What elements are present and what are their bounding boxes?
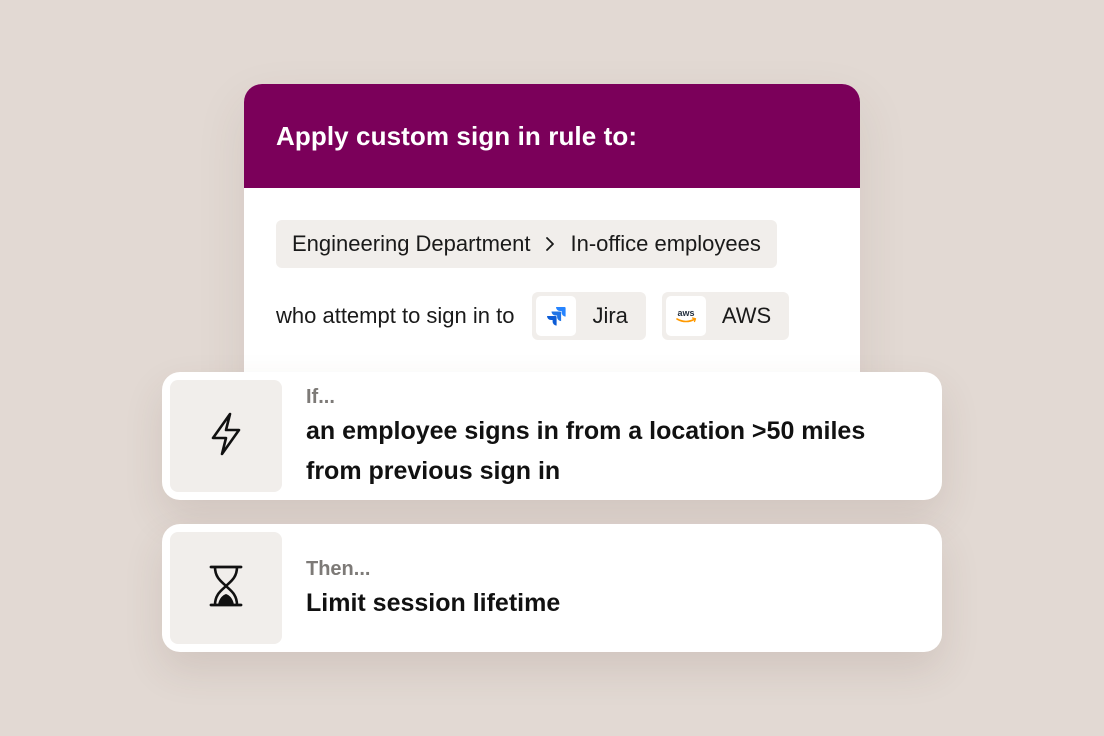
breadcrumb[interactable]: Engineering Department In-office employe… <box>276 220 777 268</box>
aws-logo-icon: aws <box>665 296 706 336</box>
rule-title: Apply custom sign in rule to: <box>276 120 638 151</box>
condition-label: If... <box>306 386 335 408</box>
app-name-aws: AWS <box>721 303 772 328</box>
rule-header: Apply custom sign in rule to: <box>244 84 860 188</box>
condition-text: an employee signs in from a location >50… <box>306 417 866 485</box>
breadcrumb-child: In-office employees <box>570 231 761 256</box>
apps-lead-text: who attempt to sign in to <box>276 303 515 328</box>
hourglass-icon <box>208 564 244 613</box>
action-label: Then... <box>306 558 371 580</box>
condition-icon-box <box>170 380 282 492</box>
app-chip-jira[interactable]: Jira <box>532 292 646 340</box>
chevron-right-icon <box>530 232 570 256</box>
lightning-bolt-icon <box>206 411 246 462</box>
svg-text:aws: aws <box>677 308 694 318</box>
rule-card: Apply custom sign in rule to: Engineerin… <box>244 84 860 414</box>
action-icon-box <box>170 532 282 644</box>
app-chip-aws[interactable]: aws AWS <box>661 292 790 340</box>
jira-logo-icon <box>536 296 577 336</box>
apps-row: who attempt to sign in to Jira aws AWS <box>276 292 805 340</box>
breadcrumb-parent: Engineering Department <box>292 231 531 256</box>
app-name-jira: Jira <box>592 303 628 328</box>
action-text: Limit session lifetime <box>306 589 561 617</box>
condition-card[interactable]: If... an employee signs in from a locati… <box>162 372 942 500</box>
action-card[interactable]: Then... Limit session lifetime <box>162 524 942 652</box>
